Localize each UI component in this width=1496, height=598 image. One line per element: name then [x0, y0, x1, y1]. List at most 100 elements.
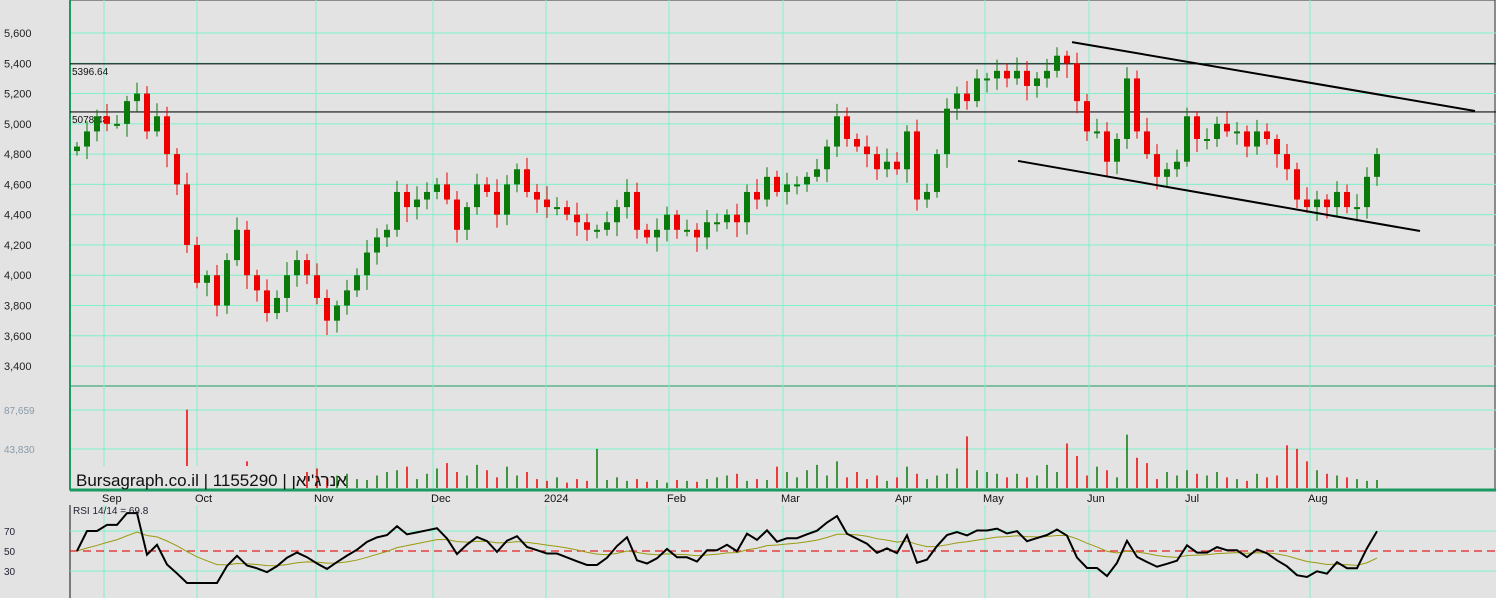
- candle-up: [344, 290, 350, 306]
- candles: [74, 47, 1380, 336]
- candle-down: [174, 154, 180, 185]
- candle-down: [964, 93, 970, 102]
- candle-up: [714, 222, 720, 225]
- title-watermark: Bursagraph.co.il | 1155290 | אנרג'יאן: [76, 471, 347, 490]
- candle-up: [1214, 123, 1220, 139]
- y-tick-label: 3,800: [4, 301, 32, 313]
- candle-up: [984, 78, 990, 81]
- candle-up: [1164, 169, 1170, 177]
- candle-up: [514, 169, 520, 185]
- candle-down: [494, 191, 500, 215]
- candle-up: [924, 191, 930, 200]
- candle-up: [1094, 131, 1100, 134]
- candle-up: [384, 229, 390, 238]
- y-tick-label: 4,600: [4, 179, 32, 191]
- month-label: Feb: [667, 493, 686, 505]
- candle-up: [944, 108, 950, 155]
- candle-up: [284, 275, 290, 298]
- y-tick-label: 5,000: [4, 119, 32, 131]
- month-label: Jun: [1087, 493, 1105, 505]
- candle-down: [544, 199, 550, 208]
- y-tick-label: 5,600: [4, 28, 32, 40]
- candle-down: [774, 176, 780, 192]
- candle-down: [1144, 131, 1150, 155]
- candle-down: [1194, 116, 1200, 139]
- candle-up: [1124, 78, 1130, 139]
- candle-down: [1304, 199, 1310, 208]
- rsi-pane: 70 50 30: [4, 505, 1496, 598]
- y-tick-label: 4,000: [4, 270, 32, 282]
- candle-down: [1134, 78, 1140, 132]
- candle-up: [804, 176, 810, 185]
- candle-down: [404, 191, 410, 208]
- candle-up: [594, 229, 600, 232]
- candle-up: [1174, 161, 1180, 170]
- candle-up: [744, 191, 750, 223]
- y-tick-label: 3,600: [4, 331, 32, 343]
- candle-down: [1104, 131, 1110, 162]
- candle-down: [484, 184, 490, 192]
- candle-down: [1064, 55, 1070, 64]
- candle-down: [1264, 131, 1270, 139]
- candle-down: [164, 116, 170, 155]
- candle-up: [414, 199, 420, 208]
- candle-up: [994, 70, 1000, 79]
- candle-up: [504, 184, 510, 215]
- y-tick-label: 5,200: [4, 89, 32, 101]
- candle-up: [234, 229, 240, 261]
- candle-up: [124, 101, 130, 124]
- stock-chart: 5,600 5,400 5,200 5,000 4,800 4,600 4,400 4,200…: [4, 0, 1496, 598]
- candle-down: [1154, 154, 1160, 177]
- candle-up: [394, 191, 400, 230]
- candle-down: [184, 184, 190, 245]
- candle-down: [264, 290, 270, 314]
- candle-up: [1044, 70, 1050, 79]
- candle-up: [664, 214, 670, 230]
- month-label: Oct: [195, 493, 212, 505]
- candle-down: [844, 116, 850, 139]
- candle-up: [704, 222, 710, 238]
- candle-up: [114, 123, 120, 126]
- candle-up: [224, 260, 230, 306]
- candle-down: [1274, 138, 1280, 155]
- month-label: Sep: [102, 493, 122, 505]
- candle-up: [1334, 191, 1340, 208]
- candle-up: [1184, 116, 1190, 162]
- month-label: Apr: [895, 493, 912, 505]
- candle-up: [904, 131, 910, 170]
- candle-up: [614, 207, 620, 223]
- candle-down: [734, 214, 740, 223]
- candle-up: [354, 275, 360, 291]
- candle-up: [204, 275, 210, 283]
- month-label: Aug: [1308, 493, 1328, 505]
- rsi-tick-label: 30: [4, 567, 16, 578]
- candle-up: [934, 154, 940, 192]
- candle-up: [84, 131, 90, 147]
- candle-up: [1364, 176, 1370, 208]
- candle-down: [1004, 70, 1010, 79]
- price-axis: 5,600 5,400 5,200 5,000 4,800 4,600 4,400 4,200…: [4, 28, 35, 456]
- y-tick-label: 3,400: [4, 361, 32, 373]
- candle-down: [1024, 70, 1030, 86]
- candle-up: [1314, 199, 1320, 208]
- candle-up: [1204, 138, 1210, 141]
- candle-up: [334, 305, 340, 321]
- candle-up: [424, 191, 430, 200]
- candle-up: [824, 146, 830, 170]
- month-label: Mar: [781, 493, 800, 505]
- y-tick-label: 4,800: [4, 149, 32, 161]
- rsi-line: [76, 511, 1378, 584]
- candle-down: [444, 184, 450, 200]
- trendline-lower: [1017, 159, 1421, 233]
- candle-up: [464, 207, 470, 230]
- candle-up: [554, 207, 560, 210]
- level-label: 5396.64: [72, 67, 109, 78]
- candle-down: [1294, 169, 1300, 200]
- rsi-signal-line: [76, 531, 1378, 567]
- candle-up: [1034, 78, 1040, 86]
- grid: [69, 0, 1496, 598]
- candle-up: [834, 116, 840, 147]
- candle-up: [624, 191, 630, 208]
- candle-up: [1014, 70, 1020, 79]
- candle-down: [144, 93, 150, 132]
